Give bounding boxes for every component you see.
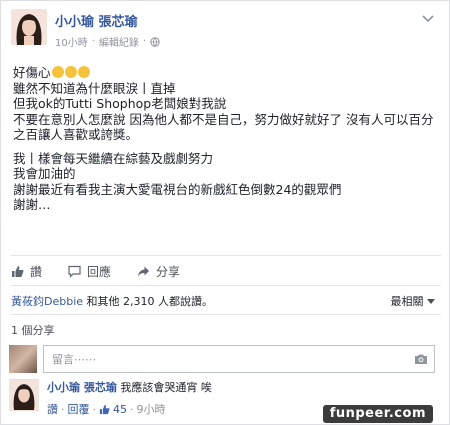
comment-sort-dropdown[interactable]: 最相關 xyxy=(390,293,435,309)
comment-composer: 留言⋯⋯ xyxy=(9,345,435,373)
comment-text: 我應該會哭通宵 唉 xyxy=(120,381,212,394)
public-globe-icon xyxy=(150,36,160,47)
comment-reply-button[interactable]: 回覆 xyxy=(68,401,90,417)
thumbs-up-icon xyxy=(99,404,110,414)
sad-face-emoji-icon xyxy=(64,66,77,78)
post-meta: 10小時 · 編輯紀錄 · xyxy=(55,34,160,49)
share-label: 分享 xyxy=(156,265,181,279)
post-body: 好傷心 雖然不知道為什麼眼淚丨直掉 但我ok的Tutti Shophop老闆娘對… xyxy=(13,65,441,213)
thumbs-up-icon xyxy=(12,266,24,277)
comment-icon xyxy=(68,265,81,278)
comment-input[interactable]: 留言⋯⋯ xyxy=(43,345,435,373)
post-options-chevron-icon[interactable] xyxy=(419,11,437,25)
sort-label: 最相關 xyxy=(390,295,424,308)
post-line: 我會加油的 xyxy=(13,166,76,181)
watermark: funpeer.com xyxy=(322,405,433,423)
comment-time[interactable]: 9小時 xyxy=(137,401,166,417)
post-card: 小小瑜 張芯瑜 10小時 · 編輯紀錄 · 好傷心 雖然不知道為什麼眼淚丨直掉 … xyxy=(0,0,450,425)
post-line: 我丨樣會每天繼續在綜藝及戲劇努力 xyxy=(13,150,214,166)
post-actions: 讚 回應 分享 xyxy=(11,263,206,280)
edit-history-link[interactable]: 編輯紀錄 xyxy=(99,34,139,49)
sad-face-emoji-icon xyxy=(77,66,90,78)
meta-dot: · xyxy=(142,36,147,47)
comment-author-name[interactable]: 小小瑜 張芯瑜 xyxy=(47,381,117,394)
divider xyxy=(11,255,441,256)
viewer-avatar xyxy=(9,345,37,373)
post-line: 好傷心 xyxy=(13,65,441,81)
comment-actions: 讚 · 回覆 · 45 · 9小時 xyxy=(47,401,166,417)
chevron-down-icon xyxy=(427,299,435,304)
post-line: 不要在意別人怎麼說 因為他人都不是自己，努力做好就好了 沒有人可以百分之百讓人喜… xyxy=(13,111,434,143)
comment-author-avatar[interactable] xyxy=(9,379,39,411)
comment-like-count[interactable]: 45 xyxy=(113,403,127,416)
likes-summary[interactable]: 黃莜鈞Debbie 和其他 2,310 人都說讚。 xyxy=(11,293,213,309)
camera-icon[interactable] xyxy=(414,353,428,365)
sad-face-emoji-icon xyxy=(51,66,64,78)
like-label: 讚 xyxy=(30,265,43,279)
likes-count-text: 和其他 2,310 人都說讚。 xyxy=(83,295,214,308)
comment-item: 小小瑜 張芯瑜 我應該會哭通宵 唉 讚 · 回覆 · 45 · 9小時 xyxy=(9,379,212,417)
post-line: 雖然不知道為什麼眼淚丨直掉 xyxy=(13,80,176,96)
divider xyxy=(11,314,441,315)
like-button[interactable]: 讚 xyxy=(11,263,42,280)
share-arrow-icon xyxy=(138,266,150,277)
comment-placeholder: 留言⋯⋯ xyxy=(52,353,96,366)
comment-like-button[interactable]: 讚 xyxy=(47,401,58,417)
post-time[interactable]: 10小時 xyxy=(55,34,88,49)
post-header: 小小瑜 張芯瑜 10小時 · 編輯紀錄 · xyxy=(11,9,160,49)
comment-label: 回應 xyxy=(87,265,112,279)
post-line: 謝謝… xyxy=(13,197,51,212)
comment-button[interactable]: 回應 xyxy=(68,263,111,280)
post-line: 謝謝最近有看我主演大愛電視台的新戲紅色倒數24的觀眾們 xyxy=(13,181,342,197)
shares-count[interactable]: 1 個分享 xyxy=(11,322,55,338)
liker-name[interactable]: 黃莜鈞Debbie xyxy=(11,295,83,308)
author-name[interactable]: 小小瑜 張芯瑜 xyxy=(55,11,160,30)
post-line: 但我ok的Tutti Shophop老闆娘對我說 xyxy=(13,96,227,111)
author-avatar[interactable] xyxy=(11,9,47,45)
meta-dot: · xyxy=(91,36,95,47)
divider xyxy=(11,285,441,286)
share-button[interactable]: 分享 xyxy=(137,263,180,280)
